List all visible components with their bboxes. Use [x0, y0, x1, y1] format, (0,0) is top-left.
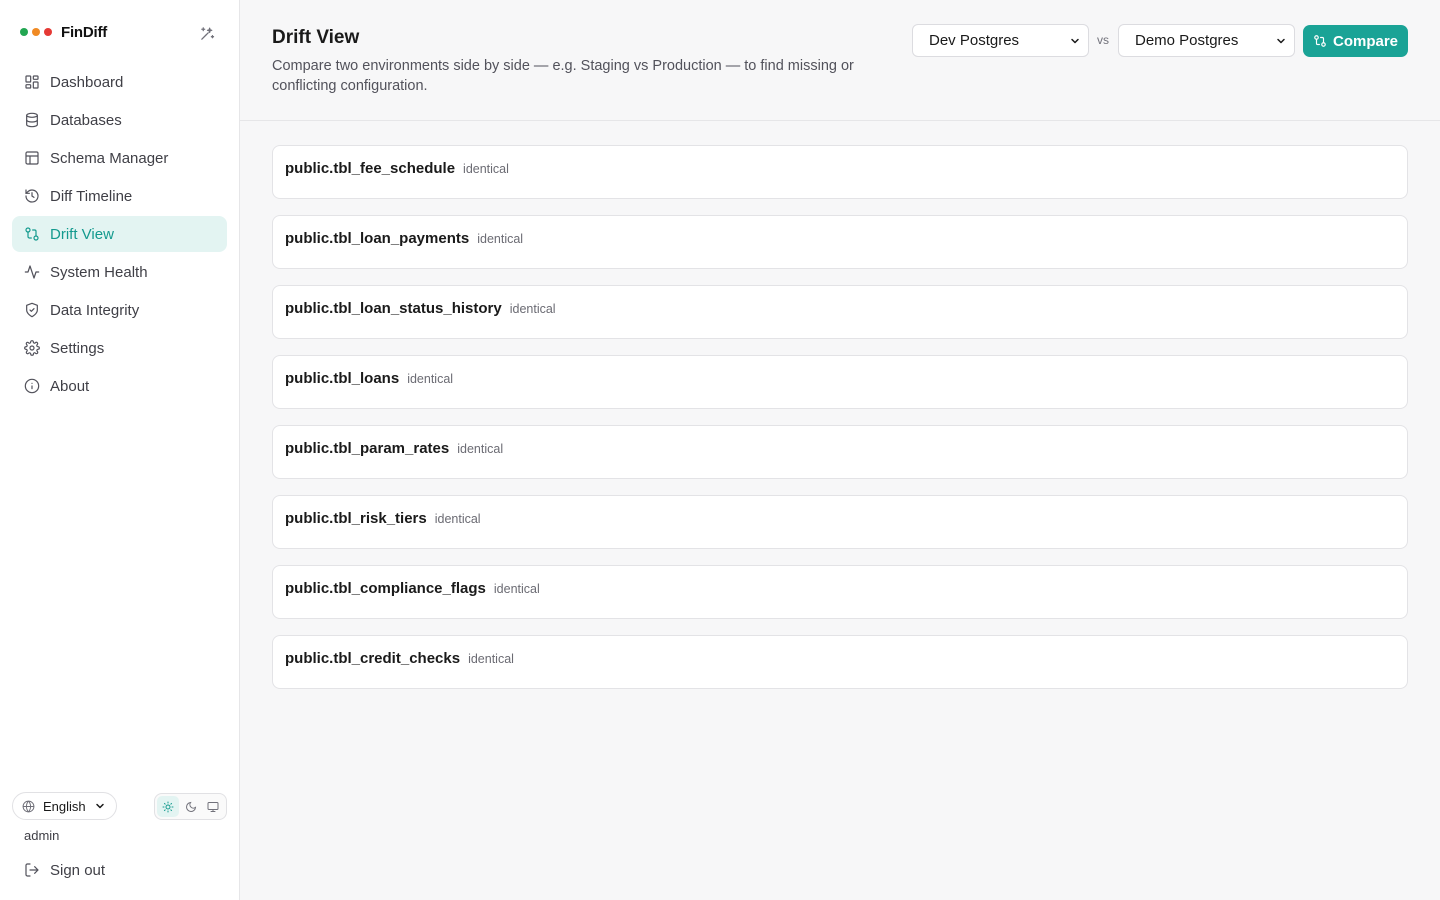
sidebar-item-drift-view[interactable]: Drift View — [12, 216, 227, 252]
table-name: public.tbl_loans — [285, 370, 400, 387]
main-content: Drift View Compare two environments side… — [240, 0, 1440, 900]
status-badge: identical — [477, 232, 524, 246]
git-compare-icon — [1313, 34, 1333, 48]
sidebar: FinDiff Dashboard Databases Schema Manag… — [0, 0, 240, 900]
table-row[interactable]: public.tbl_loans identical — [272, 355, 1408, 409]
table-name: public.tbl_param_rates — [285, 440, 450, 457]
table-row[interactable]: public.tbl_compliance_flags identical — [272, 565, 1408, 619]
monitor-icon — [207, 801, 219, 813]
table-name: public.tbl_risk_tiers — [285, 510, 427, 527]
sidebar-item-system-health[interactable]: System Health — [12, 254, 227, 290]
page-title: Drift View — [272, 27, 360, 48]
git-compare-icon — [24, 226, 40, 242]
sidebar-item-settings[interactable]: Settings — [12, 330, 227, 366]
vs-label: vs — [1097, 33, 1109, 47]
table-name: public.tbl_loan_payments — [285, 230, 470, 247]
source-environment-select[interactable]: Dev Postgres — [912, 24, 1089, 57]
sign-out-label: Sign out — [50, 861, 106, 879]
status-badge: identical — [468, 652, 514, 666]
status-badge: identical — [509, 302, 556, 316]
table-icon — [24, 150, 40, 166]
sidebar-item-data-integrity[interactable]: Data Integrity — [12, 292, 227, 328]
sidebar-item-schema-manager[interactable]: Schema Manager — [12, 140, 227, 176]
table-row[interactable]: public.tbl_credit_checks identical — [272, 635, 1408, 689]
page-header: Drift View Compare two environments side… — [240, 0, 1440, 121]
sidebar-item-label: Dashboard — [50, 73, 124, 91]
light-theme-button[interactable] — [157, 796, 179, 817]
globe-icon — [22, 800, 35, 813]
sparkle-icon[interactable] — [196, 22, 218, 44]
info-icon — [24, 378, 40, 394]
status-badge: identical — [463, 162, 509, 176]
history-icon — [24, 188, 40, 204]
sidebar-item-label: Settings — [50, 339, 105, 357]
orange-dot-icon — [32, 28, 40, 36]
table-name: public.tbl_fee_schedule — [285, 160, 456, 177]
sun-icon — [162, 801, 174, 813]
sidebar-item-databases[interactable]: Databases — [12, 102, 227, 138]
source-environment-value: Dev Postgres — [929, 32, 1020, 49]
status-badge: identical — [434, 512, 481, 526]
sidebar-item-diff-timeline[interactable]: Diff Timeline — [12, 178, 227, 214]
language-select[interactable]: English — [12, 792, 117, 820]
shield-check-icon — [24, 302, 40, 318]
table-row[interactable]: public.tbl_loan_status_history identical — [272, 285, 1408, 339]
theme-toggle — [154, 793, 227, 820]
table-list: public.tbl_fee_schedule identical public.… — [272, 145, 1408, 705]
sidebar-item-dashboard[interactable]: Dashboard — [12, 64, 227, 100]
dark-theme-button[interactable] — [180, 796, 202, 817]
compare-button[interactable]: Compare — [1303, 25, 1408, 57]
sidebar-item-about[interactable]: About — [12, 368, 227, 404]
status-badge: identical — [493, 582, 540, 596]
target-environment-select[interactable]: Demo Postgres — [1118, 24, 1295, 57]
chevron-down-icon — [1275, 35, 1287, 47]
moon-icon — [185, 801, 197, 813]
database-icon — [24, 112, 40, 128]
target-environment-value: Demo Postgres — [1135, 32, 1239, 49]
page-description: Compare two environments side by side — … — [272, 58, 854, 94]
table-row[interactable]: public.tbl_fee_schedule identical — [272, 145, 1408, 199]
sidebar-item-label: Data Integrity — [50, 301, 140, 319]
window-dots — [20, 28, 52, 36]
chevron-down-icon — [94, 800, 106, 812]
sidebar-item-label: Databases — [50, 111, 122, 129]
table-row[interactable]: public.tbl_param_rates identical — [272, 425, 1408, 479]
current-user: admin — [24, 828, 60, 843]
log-out-icon — [24, 862, 40, 878]
green-dot-icon — [20, 28, 28, 36]
compare-label: Compare — [1332, 32, 1399, 50]
table-name: public.tbl_loan_status_history — [285, 300, 502, 317]
sidebar-item-label: Drift View — [50, 225, 114, 243]
dashboard-icon — [24, 74, 40, 90]
table-row[interactable]: public.tbl_loan_payments identical — [272, 215, 1408, 269]
table-name: public.tbl_credit_checks — [285, 650, 461, 667]
chevron-down-icon — [1069, 35, 1081, 47]
status-badge: identical — [457, 442, 504, 456]
sidebar-nav: Dashboard Databases Schema Manager Diff … — [12, 64, 227, 406]
sidebar-item-label: Diff Timeline — [50, 187, 133, 205]
table-row[interactable]: public.tbl_risk_tiers identical — [272, 495, 1408, 549]
gear-icon — [24, 340, 40, 356]
system-theme-button[interactable] — [202, 796, 224, 817]
sidebar-item-label: System Health — [50, 263, 148, 281]
status-badge: identical — [407, 372, 454, 386]
language-label: English — [43, 798, 86, 814]
sidebar-item-label: About — [50, 377, 90, 395]
app-name: FinDiff — [61, 23, 108, 41]
sidebar-item-label: Schema Manager — [50, 149, 169, 167]
red-dot-icon — [44, 28, 52, 36]
table-name: public.tbl_compliance_flags — [285, 580, 486, 597]
sign-out-button[interactable]: Sign out — [12, 852, 227, 888]
brand: FinDiff — [20, 22, 107, 42]
activity-icon — [24, 264, 40, 280]
